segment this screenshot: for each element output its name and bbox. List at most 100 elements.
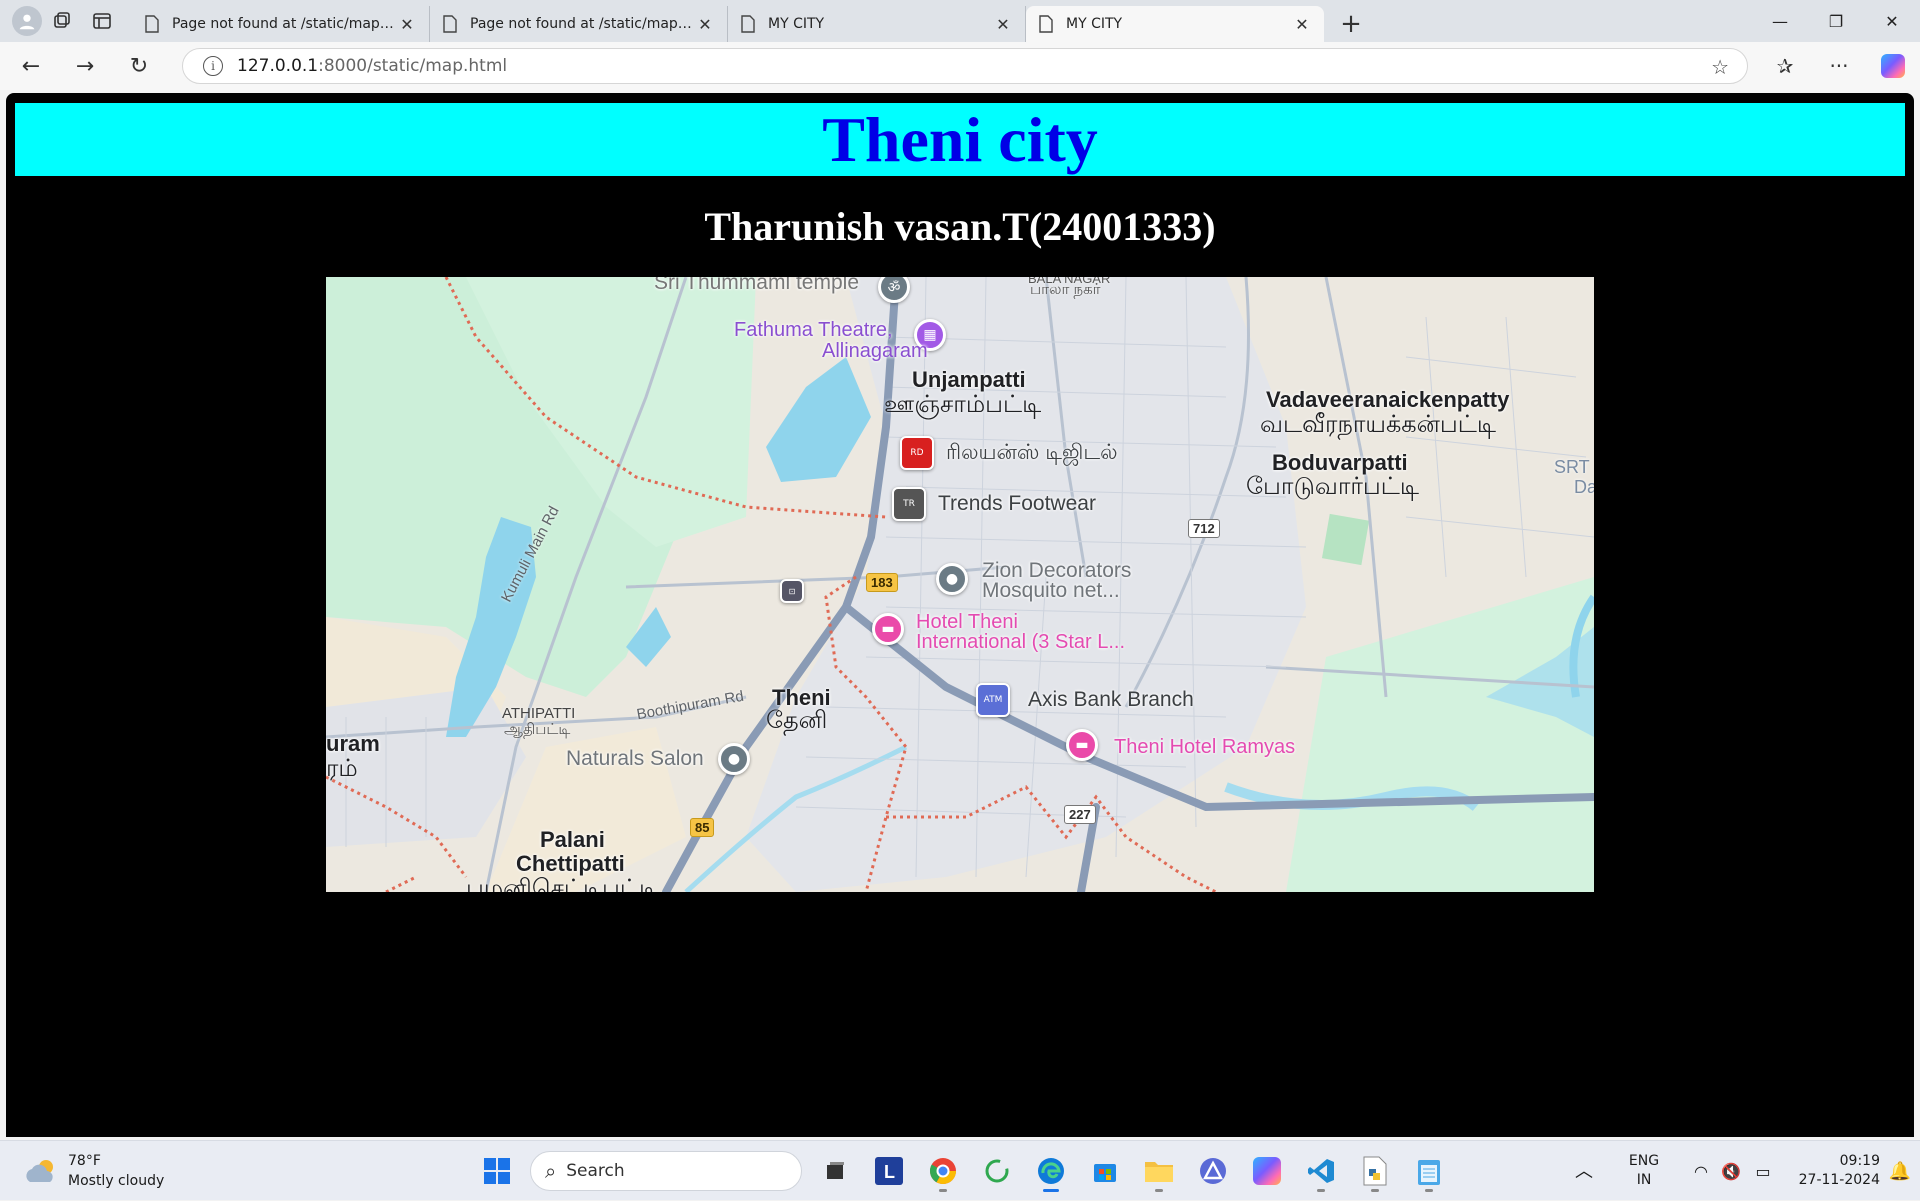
task-view-icon[interactable] [812,1149,858,1193]
map-label: Mosquito net... [982,579,1120,602]
browser-tab[interactable]: Page not found at /static/map.html ✕ [430,6,728,42]
restore-icon[interactable]: ❐ [1808,0,1864,42]
system-tray: ︿ ENG IN ◠ 🔇 ▭ 09:19 27-11-2024 🔔 [1564,1141,1920,1201]
hotel-ramyas-pin-icon[interactable]: ▬ [1066,729,1098,761]
profile-avatar-icon[interactable] [12,6,42,36]
browser-tab[interactable]: MY CITY ✕ [728,6,1026,42]
tab-close-icon[interactable]: ✕ [1292,15,1312,34]
battery-icon[interactable]: ▭ [1746,1162,1780,1181]
page-header-banner: Theni city [15,103,1905,176]
map-label: ATHIPATTI [502,705,576,722]
map-label: Unjampatti [912,367,1026,392]
map-label: Allinagaram [822,340,928,362]
copilot-app-icon[interactable] [1244,1149,1290,1193]
notepad-icon[interactable] [1406,1149,1452,1193]
cloud-icon [24,1158,58,1184]
wifi-icon[interactable]: ◠ [1686,1162,1716,1181]
route-shield-227: 227 [1064,805,1096,824]
map-label: போடுவார்பட்டி [1246,473,1419,500]
language-indicator[interactable]: ENG IN [1614,1152,1674,1190]
naturals-salon-pin-icon[interactable]: ● [718,743,750,775]
map-label: Naturals Salon [566,747,704,770]
page-icon [145,15,159,33]
tab-actions-icon[interactable] [82,0,122,42]
map-label: ரிலயன்ஸ் டிஜிடல் [946,441,1118,464]
python-file-icon[interactable] [1352,1149,1398,1193]
minimize-icon[interactable]: — [1752,0,1808,42]
tab-title: MY CITY [1066,16,1123,32]
weather-temperature: 78°F [68,1153,101,1169]
triangle-app-icon[interactable] [1190,1149,1236,1193]
map-label: Vadaveeranaickenpatty [1266,387,1510,412]
map-label: Sri Thummaml temple [654,277,859,294]
microsoft-store-icon[interactable] [1082,1149,1128,1193]
windows-taskbar: 78°F Mostly cloudy ⌕ Search L ︿ ENG IN ◠… [0,1140,1920,1200]
refresh-app-icon[interactable] [974,1149,1020,1193]
map-label: Hotel Theni [916,611,1018,633]
page-viewport: Theni city Tharunish vasan.T(24001333) 1… [6,93,1914,1137]
start-windows-icon[interactable] [474,1149,520,1193]
browser-titlebar: Page not found at /static/map.html ✕ Pag… [0,0,1920,42]
tab-title: Page not found at /static/map.html [172,16,397,32]
map-label: பழனிசெட்டிபட்டி [466,875,659,892]
vscode-icon[interactable] [1298,1149,1344,1193]
forward-arrow-icon[interactable]: → [62,46,108,86]
map-label: பாலா நகர் [1030,281,1101,298]
embedded-map[interactable]: 183 712 85 227 ॐ ▦ RD TR ● ▬ ATM ▬ ● ⊡ S… [326,277,1594,892]
route-shield-183: 183 [866,573,898,592]
tab-title: MY CITY [768,16,825,32]
workspaces-icon[interactable] [42,0,82,42]
close-window-icon[interactable]: ✕ [1864,0,1920,42]
browser-tab[interactable]: Page not found at /static/map.html ✕ [132,6,430,42]
browser-toolbar: ← → ↻ i 127.0.0.1:8000/static/map.html ☆… [0,42,1920,90]
site-info-icon[interactable]: i [203,56,223,76]
favorites-icon[interactable]: ✰ [1758,54,1812,78]
volume-muted-icon[interactable]: 🔇 [1716,1162,1746,1181]
route-shield-85: 85 [690,818,715,837]
show-hidden-icons-chevron-icon[interactable]: ︿ [1564,1162,1604,1181]
page-icon [443,15,457,33]
bus-stop-pin-icon[interactable]: ⊡ [780,579,804,603]
map-label: ஊஞ்சாம்பட்டி [884,391,1042,418]
axis-bank-pin-icon[interactable]: ATM [976,683,1010,717]
map-label: Zion Decorators [982,559,1132,582]
map-label: ஆதிபட்டி [504,721,571,738]
edge-icon[interactable] [1028,1149,1074,1193]
back-arrow-icon[interactable]: ← [8,46,54,86]
refresh-icon[interactable]: ↻ [116,46,162,86]
tab-close-icon[interactable]: ✕ [397,15,417,34]
browser-tab-active[interactable]: MY CITY ✕ [1026,6,1324,42]
file-explorer-icon[interactable] [1136,1149,1182,1193]
zion-decorators-pin-icon[interactable]: ● [936,563,968,595]
l-app-icon[interactable]: L [866,1149,912,1193]
more-menu-icon[interactable]: ··· [1812,54,1866,78]
map-label: Trends Footwear [938,492,1096,515]
tab-close-icon[interactable]: ✕ [695,15,715,34]
new-tab-button[interactable]: + [1330,6,1372,42]
weather-condition: Mostly cloudy [68,1173,165,1189]
page-subtitle: Tharunish vasan.T(24001333) [704,204,1216,249]
copilot-icon[interactable] [1866,54,1920,78]
toolbar-right: ✰ ··· [1758,42,1920,90]
map-label: Palani [540,827,605,852]
chrome-icon[interactable] [920,1149,966,1193]
svg-text:L: L [884,1162,895,1182]
weather-widget[interactable]: 78°F Mostly cloudy [24,1151,164,1191]
taskbar-search-box[interactable]: ⌕ Search [530,1151,802,1191]
url-text[interactable]: 127.0.0.1:8000/static/map.html [237,56,507,76]
address-bar[interactable]: i 127.0.0.1:8000/static/map.html ☆ [182,48,1748,84]
page-icon [741,15,755,33]
favorite-star-icon[interactable]: ☆ [1711,55,1729,79]
trends-footwear-pin-icon[interactable]: TR [892,487,926,521]
taskbar-apps: ⌕ Search L [470,1149,1456,1193]
clock[interactable]: 09:19 27-11-2024 [1790,1152,1880,1190]
tab-close-icon[interactable]: ✕ [993,15,1013,34]
map-label: Fathuma Theatre, [734,319,893,341]
hotel-theni-pin-icon[interactable]: ▬ [872,613,904,645]
map-label: SRT [1554,457,1590,477]
notification-bell-icon[interactable]: 🔔 [1880,1162,1920,1181]
map-label: Da [1574,477,1594,497]
reliance-digital-pin-icon[interactable]: RD [900,436,934,470]
tab-title: Page not found at /static/map.html [470,16,695,32]
map-label: தேனி [766,707,828,734]
